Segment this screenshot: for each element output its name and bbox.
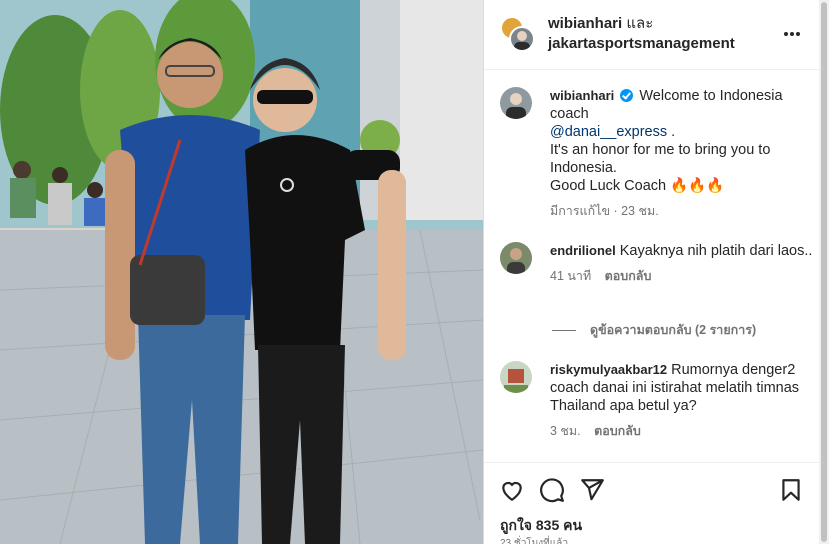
reply-button[interactable]: ตอบกลับ	[605, 269, 652, 283]
likes-count[interactable]: ถูกใจ 835 คน	[500, 515, 582, 537]
caption-mention[interactable]: @danai__express	[550, 124, 667, 140]
caption-meta: มีการแก้ไข · 23 ชม.	[550, 204, 659, 218]
caption-text-2: .	[667, 124, 676, 140]
caption-text-4: Good Luck Coach 🔥🔥🔥	[550, 178, 725, 194]
view-replies-label: ดูข้อความตอบกลับ (2 รายการ)	[590, 323, 757, 337]
scrollbar-thumb[interactable]	[821, 2, 827, 542]
post-actions: ถูกใจ 835 คน 23 ชั่วโมงที่แล้ว	[484, 462, 820, 544]
send-icon[interactable]	[579, 477, 605, 503]
avatar[interactable]	[500, 242, 532, 274]
more-horizontal-icon[interactable]	[780, 22, 804, 46]
divider	[552, 330, 576, 332]
comments-list: wibianhari Welcome to Indonesia coach @d…	[484, 71, 820, 461]
caption-username[interactable]: wibianhari	[550, 88, 614, 103]
avatar[interactable]	[500, 87, 532, 119]
comment-username[interactable]: riskymulyaakbar12	[550, 362, 667, 377]
author-link-2[interactable]: jakartasportsmanagement	[548, 35, 735, 52]
collab-avatars[interactable]	[500, 16, 535, 52]
post-photo[interactable]	[0, 0, 483, 544]
comment-username[interactable]: endrilionel	[550, 243, 616, 258]
view-replies-button[interactable]: ดูข้อความตอบกลับ (2 รายการ)	[552, 320, 756, 340]
verified-badge-icon	[620, 89, 634, 102]
post-side-panel: wibianhari และ jakartasportsmanagement w…	[483, 0, 829, 544]
comment-text: Kayaknya nih platih dari laos..	[619, 243, 813, 259]
post-header: wibianhari และ jakartasportsmanagement	[484, 0, 820, 70]
caption-text-3: It's an honor for me to bring you to Ind…	[550, 142, 771, 176]
avatar-wibianhari[interactable]	[509, 26, 535, 52]
photo-illustration	[0, 0, 483, 544]
author-link-1[interactable]: wibianhari	[548, 15, 622, 32]
scrollbar[interactable]	[819, 0, 829, 544]
post-time[interactable]: 23 ชั่วโมงที่แล้ว	[500, 536, 568, 544]
author-conjunction: และ	[626, 15, 654, 32]
bookmark-icon[interactable]	[778, 477, 804, 503]
comment-time: 3 ชม.	[550, 424, 581, 438]
heart-icon[interactable]	[499, 477, 525, 503]
comment-time: 41 นาที	[550, 269, 592, 283]
reply-button[interactable]: ตอบกลับ	[594, 424, 641, 438]
comment-icon[interactable]	[539, 477, 565, 503]
avatar[interactable]	[500, 361, 532, 393]
post-authors: wibianhari และ jakartasportsmanagement	[548, 14, 778, 54]
